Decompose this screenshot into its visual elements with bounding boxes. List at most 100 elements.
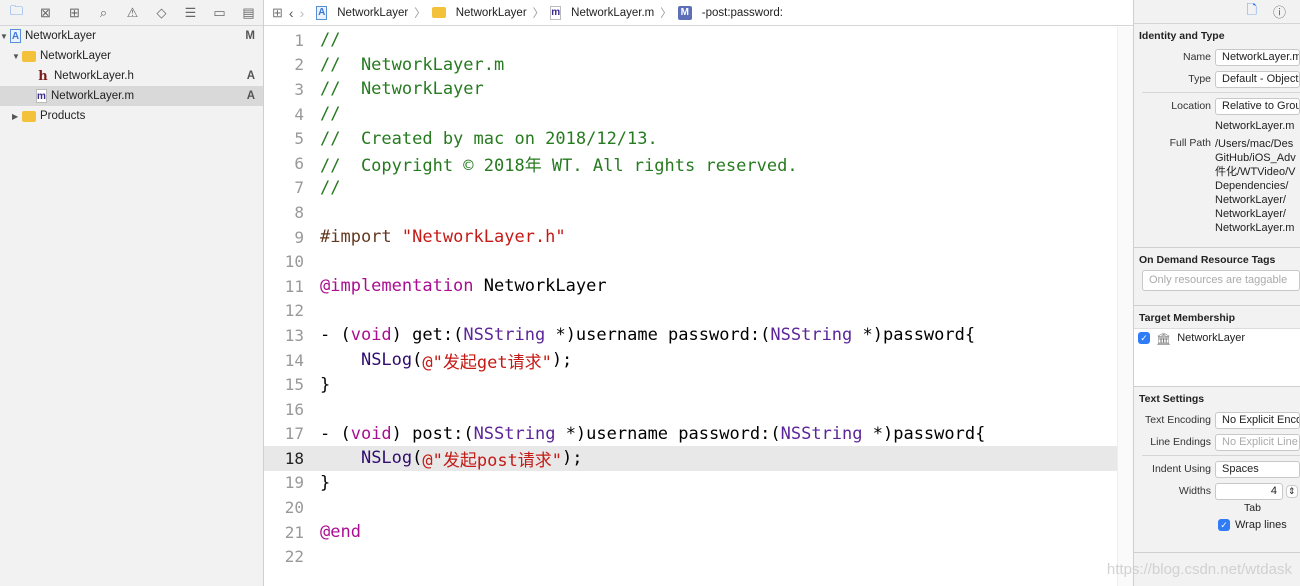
fullpath-line: 件化/WTVideo/V [1215,166,1296,178]
code-line[interactable]: 2 // NetworkLayer.m [264,53,1117,78]
code-token: @"发起get请求" [422,352,552,373]
code-line[interactable]: 13- (void) get:(NSString *)username pass… [264,323,1117,348]
code-line[interactable]: 1 // [264,28,1117,53]
line-number: 5 [294,129,304,149]
tree-item[interactable]: m NetworkLayer.m A [0,86,263,106]
endings-select[interactable]: No Explicit Line Endings [1215,433,1300,451]
location-select[interactable]: Relative to Group [1215,97,1300,115]
scrollbar[interactable] [1117,27,1133,586]
fullpath-line: Dependencies/ [1215,180,1289,192]
code-line[interactable]: 16 [264,397,1117,422]
disclosure-icon[interactable]: ▼ [12,52,22,61]
widths-label: Widths [1178,485,1211,497]
code-line[interactable]: 22 [264,544,1117,569]
code-token: @"发起post请求" [422,450,563,471]
back-button[interactable]: ‹ [289,5,294,21]
breakpoint-icon[interactable]: ▭ [205,5,234,21]
tree-item[interactable]: ▼ A NetworkLayer M [0,26,263,46]
code-line[interactable]: 14 NSLog(@"发起get请求"); [264,348,1117,373]
type-select[interactable]: Default - Objective-C Source [1215,70,1300,88]
tree-item-label: Products [40,110,86,122]
fullpath-line: NetworkLayer.m [1215,222,1295,234]
file-tree: ▼ A NetworkLayer M ▼ NetworkLayer h NetworkLaye… [0,26,263,126]
tab-width-field[interactable]: 4 [1215,482,1283,500]
line-number: 12 [284,301,304,321]
code-line[interactable]: 5 // Created by mac on 2018/12/13. [264,126,1117,151]
line-number: 20 [284,498,304,518]
target-icon: 🏛 [1156,332,1172,346]
jump-item-file[interactable]: NetworkLayer.m [571,7,654,19]
code-line[interactable]: 20 [264,495,1117,520]
line-number: 22 [284,547,304,567]
code-token: ( [412,350,423,371]
indent-select[interactable]: Spaces [1215,460,1300,478]
line-number: 10 [284,252,304,272]
code-line[interactable]: 11 @implementation NetworkLayer [264,274,1117,299]
endings-label: Line Endings [1150,436,1211,448]
code-line[interactable]: 10 [264,249,1117,274]
jump-bar: ⊞ ‹ › A NetworkLayer 〉 NetworkLayer 〉 m Netw… [264,0,1133,26]
code-line[interactable]: 18 NSLog(@"发起post请求"); [264,446,1117,471]
code-token: NSString [780,423,863,444]
wrap-lines-checkbox[interactable]: ✓ [1218,519,1230,531]
warning-icon[interactable]: ⚠ [118,5,147,21]
folder-icon[interactable]: 🗀 [2,2,31,24]
target-checkbox[interactable]: ✓ [1138,332,1150,344]
tree-item[interactable]: ▶ Products [0,106,263,126]
related-items-icon[interactable]: ⊞ [272,5,283,21]
code-token: } [320,472,331,493]
jump-item-group[interactable]: NetworkLayer [456,7,527,19]
line-number: 17 [284,424,304,444]
code-token: *)username password:( [555,423,781,444]
code-line[interactable]: 8 [264,200,1117,225]
jump-item-method[interactable]: -post:password: [702,7,783,19]
jump-item-project[interactable]: NetworkLayer [337,7,408,19]
file-inspector-icon[interactable]: 🗋 [1247,1,1257,23]
code-token: #import [320,227,402,248]
forward-button[interactable]: › [300,5,305,21]
disclosure-icon[interactable]: ▼ [0,32,10,41]
source-control-icon[interactable]: ⊠ [31,5,60,21]
code-line[interactable]: 17- (void) post:(NSString *)username pas… [264,422,1117,447]
inspector-panel: 🗋 ⓘ Identity and Type Name NetworkLayer.m… [1133,0,1300,586]
code-line[interactable]: 15} [264,372,1117,397]
project-icon: A [316,5,328,20]
encoding-select[interactable]: No Explicit Encoding [1215,411,1300,429]
code-line[interactable]: 21 @end [264,520,1117,545]
fullpath-line: GitHub/iOS_Adv [1215,152,1296,164]
line-number: 6 [294,153,304,173]
report-icon[interactable]: ▤ [234,5,263,21]
name-field[interactable]: NetworkLayer.m [1215,48,1300,66]
code-line[interactable]: 9 #import "NetworkLayer.h" [264,225,1117,250]
code-token: ) get:( [391,325,464,346]
tree-item-label: NetworkLayer [40,50,111,62]
code-token: NetworkLayer [473,276,607,297]
line-number: 19 [284,473,304,493]
code-line[interactable]: 7 // [264,176,1117,201]
location-label: Location [1171,100,1211,112]
line-number: 4 [294,104,304,124]
line-number: 1 [294,30,304,50]
help-icon[interactable]: ⓘ [1273,2,1286,21]
code-line[interactable]: 12 [264,299,1117,324]
code-line[interactable]: 19} [264,471,1117,496]
stepper[interactable]: ⇕ [1286,484,1298,498]
code-line[interactable]: 3 // NetworkLayer [264,77,1117,102]
code-line[interactable]: 6 // Copyright © 2018年 WT. All rights res… [264,151,1117,176]
code-token: ( [412,448,423,469]
code-area[interactable]: 1 // 2 // NetworkLayer.m 3 // NetworkLayer 4 //… [264,28,1117,569]
tree-item[interactable]: ▼ NetworkLayer [0,46,263,66]
debug-icon[interactable]: ☰ [176,5,205,21]
code-token: // Created by mac on 2018/12/13. [320,128,658,149]
tree-item-label: NetworkLayer [25,30,96,42]
code-line[interactable]: 4 // [264,102,1117,127]
test-icon[interactable]: ◇ [147,5,176,21]
chevron-icon: 〉 [532,7,545,20]
symbol-icon[interactable]: ⊞ [60,5,89,21]
tree-item[interactable]: h NetworkLayer.h A [0,66,263,86]
odr-tags-field[interactable]: Only resources are taggable [1142,270,1300,291]
search-icon[interactable]: ⌕ [89,5,118,21]
disclosure-icon[interactable]: ▶ [12,112,22,121]
indent-label: Indent Using [1152,463,1211,475]
